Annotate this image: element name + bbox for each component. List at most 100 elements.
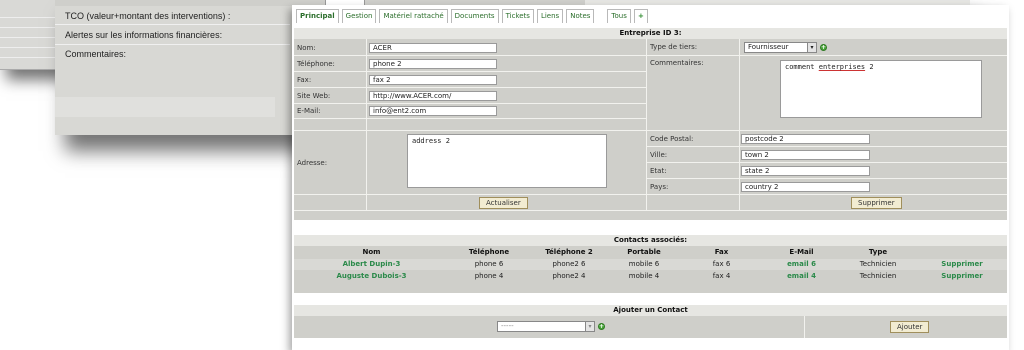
town-field[interactable]: town 2	[741, 150, 870, 160]
bg-row	[0, 20, 60, 28]
name-label: Nom:	[297, 44, 316, 52]
state-field[interactable]: state 2	[741, 166, 870, 176]
contact-type: Technicien	[859, 260, 897, 268]
delete-contact-link[interactable]: Supprimer	[917, 259, 1007, 270]
col-header-name: Nom	[362, 248, 381, 256]
address-textarea[interactable]: address 2	[407, 134, 607, 188]
row-divider	[294, 71, 646, 72]
contact-email-link[interactable]: email 4	[764, 271, 839, 282]
tab-gestion[interactable]: Gestion	[341, 9, 377, 23]
add-contact-panel: Ajouter un Contact ----- ▾ + Ajouter	[294, 305, 1007, 338]
name-field[interactable]: ACER	[369, 43, 497, 53]
fax-field[interactable]: fax 2	[369, 75, 497, 85]
tab-bar: Principal Gestion Matériel rattaché Docu…	[296, 9, 648, 23]
col-divider	[804, 316, 805, 338]
comments-word: enterprises	[818, 63, 866, 71]
bg-row	[0, 40, 60, 48]
update-button[interactable]: Actualiser	[479, 197, 528, 209]
contact-mobile: mobile 4	[628, 272, 660, 280]
phone-field[interactable]: phone 2	[369, 59, 497, 69]
town-label: Ville:	[650, 151, 668, 159]
bg-label-tco: TCO (valeur+montant des interventions) :	[65, 11, 231, 21]
bg-row	[0, 30, 60, 38]
contact-select[interactable]: ----- ▾	[497, 321, 595, 332]
postcode-field[interactable]: postcode 2	[741, 134, 870, 144]
add-contact-button[interactable]: Ajouter	[890, 321, 930, 333]
col-header-phone: Téléphone	[468, 248, 510, 256]
row-divider	[294, 118, 646, 119]
delete-enterprise-button[interactable]: Supprimer	[851, 197, 902, 209]
contact-phone: phone 6	[474, 260, 504, 268]
tab-liens[interactable]: Liens	[536, 9, 564, 23]
add-contact-title: Ajouter un Contact	[294, 305, 1007, 316]
bg-divider	[55, 24, 290, 25]
contacts-title: Contacts associés:	[294, 235, 1007, 246]
contacts-header-row: Nom Téléphone Téléphone 2 Portable Fax E…	[294, 247, 1007, 258]
country-field[interactable]: country 2	[741, 182, 870, 192]
col-divider	[739, 39, 740, 210]
type-select[interactable]: Fournisseur ▾	[744, 42, 817, 53]
contact-name-link[interactable]: Albert Dupin-3	[294, 259, 449, 270]
contact-type: Technicien	[859, 272, 897, 280]
state-label: Etat:	[650, 167, 667, 175]
comments-word: 2	[869, 63, 874, 71]
bg-label-comments: Commentaires:	[65, 49, 127, 59]
country-label: Pays:	[650, 183, 669, 191]
row-divider	[294, 194, 1007, 195]
table-row: Albert Dupin-3 phone 6 phone2 6 mobile 6…	[294, 259, 1007, 270]
row-divider	[646, 178, 1007, 179]
add-contact-icon[interactable]: +	[598, 323, 605, 330]
comments-textarea[interactable]: comment enterprises 2	[780, 60, 982, 118]
website-field[interactable]: http://www.ACER.com/	[369, 91, 497, 101]
contacts-panel: Contacts associés: Nom Téléphone Télépho…	[294, 235, 1007, 293]
contact-fax: fax 6	[712, 260, 731, 268]
bg-divider	[55, 44, 290, 45]
bg-row	[0, 10, 60, 18]
contact-phone2: phone2 6	[552, 260, 586, 268]
contact-mobile: mobile 6	[628, 260, 660, 268]
col-header-mobile: Portable	[627, 248, 661, 256]
add-type-icon[interactable]: +	[820, 44, 827, 51]
comments-label: Commentaires:	[650, 59, 704, 67]
bg-row	[0, 50, 60, 58]
row-divider	[294, 87, 646, 88]
delete-contact-link[interactable]: Supprimer	[917, 271, 1007, 282]
address-label: Adresse:	[297, 159, 328, 167]
chevron-down-icon: ▾	[585, 322, 594, 331]
tab-materiel[interactable]: Matériel rattaché	[379, 9, 448, 23]
col-header-phone2: Téléphone 2	[545, 248, 593, 256]
row-divider	[294, 103, 646, 104]
email-field[interactable]: info@ent2.com	[369, 106, 497, 116]
col-header-action	[917, 247, 1007, 258]
contact-email-link[interactable]: email 6	[764, 259, 839, 270]
row-divider	[646, 162, 1007, 163]
col-header-fax: Fax	[714, 248, 729, 256]
tab-tickets[interactable]: Tickets	[501, 9, 534, 23]
col-divider	[646, 39, 647, 210]
col-header-type: Type	[868, 248, 888, 256]
contact-fax: fax 4	[712, 272, 731, 280]
col-divider	[366, 39, 367, 210]
row-divider	[294, 130, 1007, 131]
website-label: Site Web:	[297, 92, 331, 100]
contact-phone2: phone2 4	[552, 272, 586, 280]
chevron-down-icon: ▾	[807, 43, 816, 52]
col-header-email: E-Mail	[789, 248, 814, 256]
tab-notes[interactable]: Notes	[566, 9, 595, 23]
type-label: Type de tiers:	[650, 43, 698, 51]
tab-documents[interactable]: Documents	[450, 9, 499, 23]
contact-name-link[interactable]: Auguste Dubois-3	[294, 271, 449, 282]
phone-label: Téléphone:	[297, 60, 335, 68]
contact-phone: phone 4	[474, 272, 504, 280]
tab-principal[interactable]: Principal	[296, 9, 339, 23]
postcode-label: Code Postal:	[650, 135, 694, 143]
type-select-value: Fournisseur	[748, 43, 789, 51]
email-label: E-Mail:	[297, 107, 321, 115]
comments-word: comment	[785, 63, 815, 71]
tab-tous[interactable]: Tous	[607, 9, 631, 23]
table-row: Auguste Dubois-3 phone 4 phone2 4 mobile…	[294, 271, 1007, 282]
tab-add[interactable]: +	[633, 9, 648, 23]
row-divider	[294, 210, 1007, 211]
enterprise-window: Principal Gestion Matériel rattaché Docu…	[292, 5, 1009, 350]
row-divider	[646, 146, 1007, 147]
